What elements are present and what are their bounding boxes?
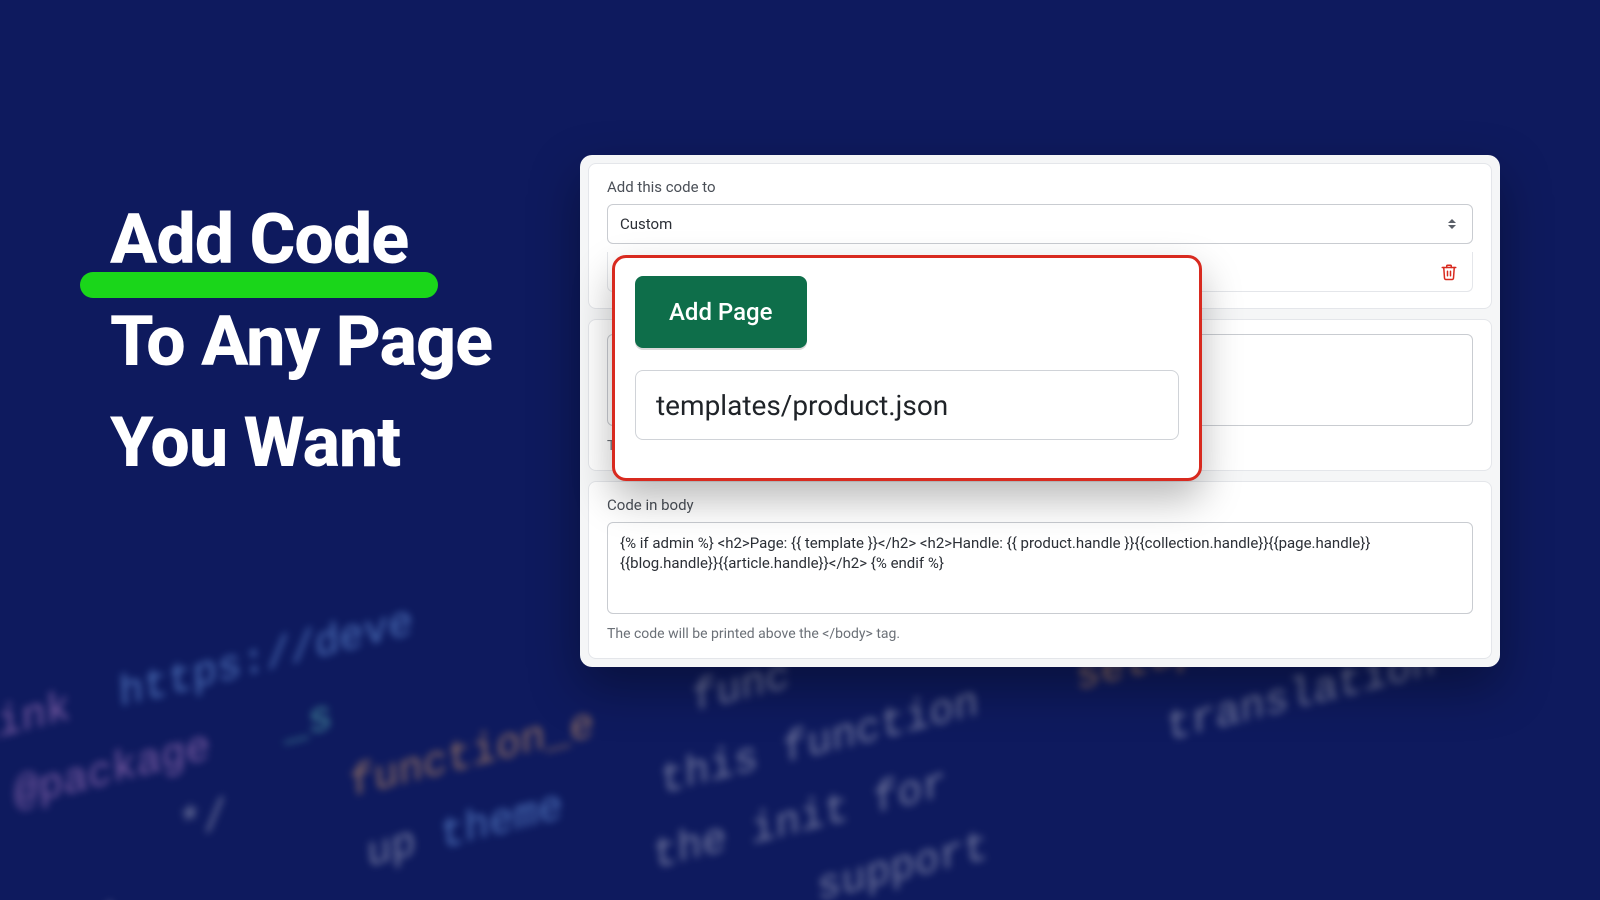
marketing-headline: Add Code To Any Page You Want — [110, 190, 492, 495]
headline-line-3: You Want — [110, 393, 492, 495]
select-caret-icon — [1448, 216, 1460, 232]
callout-popup: Add Page templates/product.json — [612, 255, 1202, 481]
page-canvas: @link https://deve @package _s */ functi… — [0, 0, 1600, 900]
section-body: Code in body {% if admin %} <h2>Page: {{… — [588, 481, 1492, 659]
template-path-input[interactable]: templates/product.json — [635, 370, 1179, 440]
headline-line-1: Add Code — [110, 199, 408, 281]
body-helper-text: The code will be printed above the </bod… — [607, 626, 1473, 642]
add-to-value: Custom — [620, 215, 672, 233]
template-path-value: templates/product.json — [656, 389, 948, 422]
trash-icon[interactable] — [1440, 262, 1458, 282]
add-page-button[interactable]: Add Page — [635, 276, 807, 348]
body-code-textarea[interactable]: {% if admin %} <h2>Page: {{ template }}<… — [607, 522, 1473, 614]
add-to-select[interactable]: Custom — [607, 204, 1473, 244]
add-to-label: Add this code to — [607, 178, 1473, 196]
headline-line-2: To Any Page — [110, 292, 492, 394]
body-label: Code in body — [607, 496, 1473, 514]
add-page-button-label: Add Page — [669, 298, 773, 326]
